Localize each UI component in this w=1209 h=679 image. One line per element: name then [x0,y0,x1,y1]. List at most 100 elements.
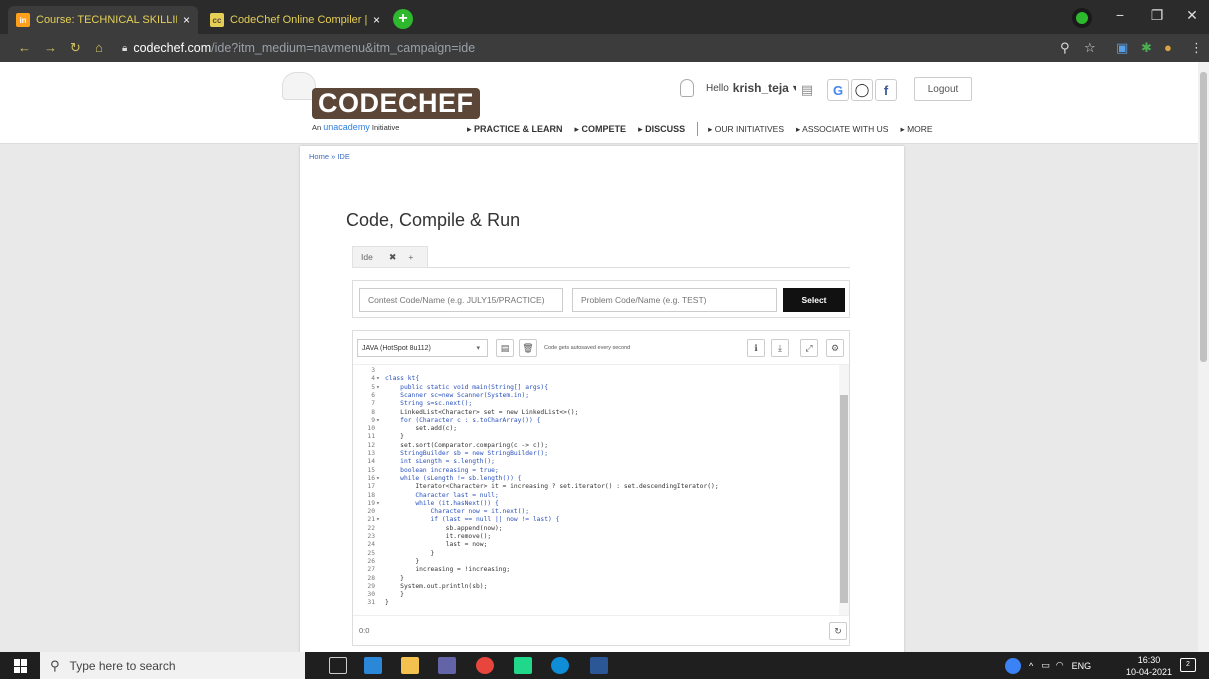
code-line: 13 StringBuilder sb = new StringBuilder(… [353,450,839,458]
tab-codechef[interactable]: cc CodeChef Online Compiler | Ide... × [202,6,388,34]
scroll-thumb[interactable] [1200,72,1207,362]
code-line: 25 } [353,550,839,558]
code-text: Character last = null; [385,491,499,499]
extension-puzzle-icon[interactable]: ✱ [1141,40,1152,56]
google-icon[interactable]: G [827,79,849,101]
page-scrollbar[interactable] [1198,62,1209,652]
profile-icon[interactable] [1072,8,1092,28]
minimize-button[interactable]: − [1108,7,1132,23]
code-text: String s=sc.next(); [385,400,473,408]
reload-icon[interactable]: ↻ [70,40,81,56]
menu-item[interactable]: ▸ DISCUSS [638,124,685,135]
fold-arrow-icon[interactable]: ▾ [376,500,382,508]
wifi-icon[interactable]: ◠ [1056,660,1064,671]
refresh-icon[interactable]: ↻ [829,622,847,640]
file-explorer-icon[interactable] [401,657,419,674]
site-header: CODECHEF An unacademy Initiative Hello k… [0,62,1198,144]
close-icon[interactable]: × [373,13,380,27]
fold-arrow-icon[interactable]: ▾ [376,516,382,524]
line-number: 16 [367,474,375,482]
url-field[interactable]: 🔒︎ codechef.com /ide?itm_medium=navmenu&… [118,38,1093,58]
zoom-search-icon[interactable]: ⚲ [1060,40,1070,56]
scroll-thumb[interactable] [840,395,848,603]
menu-item[interactable]: ▸ PRACTICE & LEARN [467,124,563,135]
code-line: 8 LinkedList<Character> set = new Linked… [353,409,839,417]
facebook-icon[interactable]: f [875,79,897,101]
line-number: 7 [371,400,375,408]
select-button[interactable]: Select [783,288,845,312]
fullscreen-icon[interactable]: ⤢ [800,339,818,357]
mail-icon[interactable] [364,657,382,674]
code-text: it.remove(); [385,533,492,540]
fold-arrow-icon[interactable]: ▾ [376,475,382,483]
fold-arrow-icon[interactable]: ▾ [376,417,382,425]
avatar[interactable]: ● [1164,40,1172,55]
code-area[interactable]: 3 4 ▾ class kt{5 ▾ public static void main(S… [353,365,849,615]
code-text: } [385,549,435,557]
close-icon[interactable]: × [183,13,190,27]
menu-dots-icon[interactable]: ⋮ [1190,40,1203,56]
username: krish_teja [732,81,789,95]
line-number: 27 [367,566,375,574]
edge-icon[interactable] [551,657,569,674]
fold-arrow-icon[interactable]: ▾ [376,375,382,383]
logout-button[interactable]: Logout [914,77,972,101]
maximize-button[interactable]: ❐ [1145,7,1169,24]
forward-arrow-icon[interactable]: → [44,40,57,55]
notification-icon[interactable]: 2 [1180,658,1196,672]
notes-icon[interactable]: ▤ [796,79,818,101]
line-number: 4 [371,375,375,383]
windows-start-icon[interactable] [14,659,28,673]
language-select[interactable]: JAVA (HotSpot 8u112) ▾ [357,339,488,357]
chevron-up-icon[interactable]: ^ [1029,661,1033,671]
fold-arrow-icon[interactable]: ▾ [376,384,382,392]
save-icon[interactable]: ▤ [496,339,514,357]
course-favicon-icon: in [16,13,30,27]
menu-divider [697,122,699,136]
codechef-logo[interactable]: CODECHEF An unacademy Initiative [272,72,480,138]
gear-icon[interactable]: ⚙ [826,339,844,357]
back-arrow-icon[interactable]: ← [18,40,31,55]
battery-icon[interactable]: ▭ [1041,660,1050,671]
code-line: 21 ▾ if (last == null || now != last) { [353,516,839,524]
home-icon[interactable]: ⌂ [95,40,103,55]
translate-extension-icon[interactable]: ▣ [1116,40,1128,56]
pycharm-icon[interactable] [514,657,532,674]
tab-course[interactable]: in Course: TECHNICAL SKILLING (P... × [8,6,198,34]
menu-item[interactable]: ▸ OUR INITIATIVES [708,124,784,135]
clock[interactable]: 16:30 10-04-2021 [1126,654,1172,678]
code-text: while (sLength != sb.length()) { [385,474,522,482]
editor-status-bar: 0:0 ↻ [353,615,849,645]
help-icon[interactable] [1005,657,1021,674]
menu-item[interactable]: ▸ ASSOCIATE WITH US [796,124,888,135]
info-icon[interactable]: ℹ [747,339,765,357]
teams-icon[interactable] [438,657,456,674]
taskbar-search[interactable]: ⚲ Type here to search [40,652,305,679]
trash-icon[interactable]: 🗑︎ [519,339,537,357]
download-icon[interactable]: ⤓ [771,339,789,357]
add-tab-icon[interactable]: + [408,252,413,262]
language-indicator[interactable]: ENG [1072,661,1092,671]
problem-code-input[interactable] [572,288,777,312]
star-icon[interactable]: ☆ [1084,40,1096,56]
word-icon[interactable] [590,657,608,674]
chrome-icon[interactable] [476,657,494,674]
code-text: set.sort(Comparator.comparing(c -> c)); [385,441,549,449]
code-line: 5 ▾ public static void main(String[] args… [353,384,839,392]
code-line: 15 boolean increasing = true; [353,467,839,475]
tab-ide[interactable]: Ide ✖ + [352,246,428,268]
code-scrollbar[interactable] [839,365,849,615]
menu-item[interactable]: ▸ COMPETE [575,124,627,135]
breadcrumb[interactable]: Home » IDE [309,152,350,161]
menu-item[interactable]: ▸ MORE [900,124,932,135]
contest-code-input[interactable] [359,288,563,312]
code-line: 7 String s=sc.next(); [353,400,839,408]
close-icon[interactable]: ✖ [389,252,397,263]
github-icon[interactable]: ◯ [851,79,873,101]
close-window-button[interactable]: ✕ [1180,7,1204,24]
code-text: public static void main(String[] args){ [385,383,549,391]
new-tab-button[interactable]: + [393,9,413,29]
task-view-icon[interactable] [329,657,347,674]
user-greeting[interactable]: Hello krish_teja ▾ [680,79,798,97]
line-number: 9 [371,416,375,424]
